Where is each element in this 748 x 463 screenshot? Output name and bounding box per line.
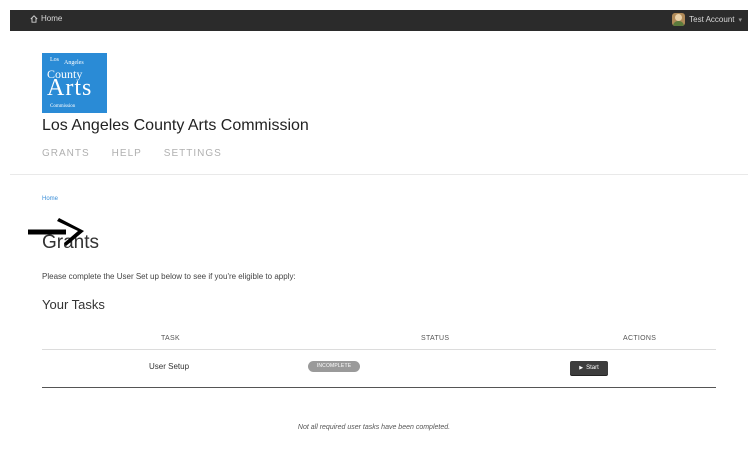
column-header-actions: ACTIONS (623, 335, 657, 342)
top-navbar: Home Test Account ▾ (10, 10, 748, 31)
account-name: Test Account (689, 15, 735, 24)
logo-text-los: Los (50, 57, 59, 63)
avatar (672, 13, 686, 26)
logo-text-arts: Arts (47, 75, 93, 101)
start-button-label: Start (586, 365, 599, 371)
org-title: Los Angeles County Arts Commission (42, 117, 309, 134)
column-header-task: TASK (161, 335, 180, 342)
org-logo: Los Angeles County Arts Commission (42, 53, 107, 113)
home-icon (30, 14, 38, 23)
status-badge: INCOMPLETE (308, 361, 360, 372)
logo-text-commission: Commission (50, 104, 76, 109)
nav-item-settings[interactable]: SETTINGS (164, 148, 222, 159)
breadcrumb-home[interactable]: Home (42, 196, 58, 202)
task-name: User Setup (149, 362, 190, 371)
nav-item-help[interactable]: HELP (112, 148, 142, 159)
nav-item-grants[interactable]: GRANTS (42, 148, 90, 159)
start-button[interactable]: ▶ Start (570, 361, 608, 375)
intro-text: Please complete the User Set up below to… (42, 272, 296, 281)
table-header-divider (42, 349, 716, 350)
chevron-down-icon: ▾ (738, 16, 742, 24)
account-menu[interactable]: Test Account ▾ (672, 13, 742, 26)
tasks-status-note: Not all required user tasks have been co… (297, 424, 451, 431)
arrow-right-icon (28, 218, 84, 246)
logo-text-angeles: Angeles (64, 60, 84, 66)
play-icon: ▶ (579, 365, 584, 371)
table-bottom-border (42, 387, 716, 388)
home-link[interactable]: Home (30, 14, 62, 23)
tasks-heading: Your Tasks (42, 297, 105, 312)
home-link-label: Home (41, 14, 63, 23)
header-divider (10, 174, 748, 175)
main-nav: GRANTS HELP SETTINGS (42, 148, 222, 159)
column-header-status: STATUS (421, 335, 450, 342)
